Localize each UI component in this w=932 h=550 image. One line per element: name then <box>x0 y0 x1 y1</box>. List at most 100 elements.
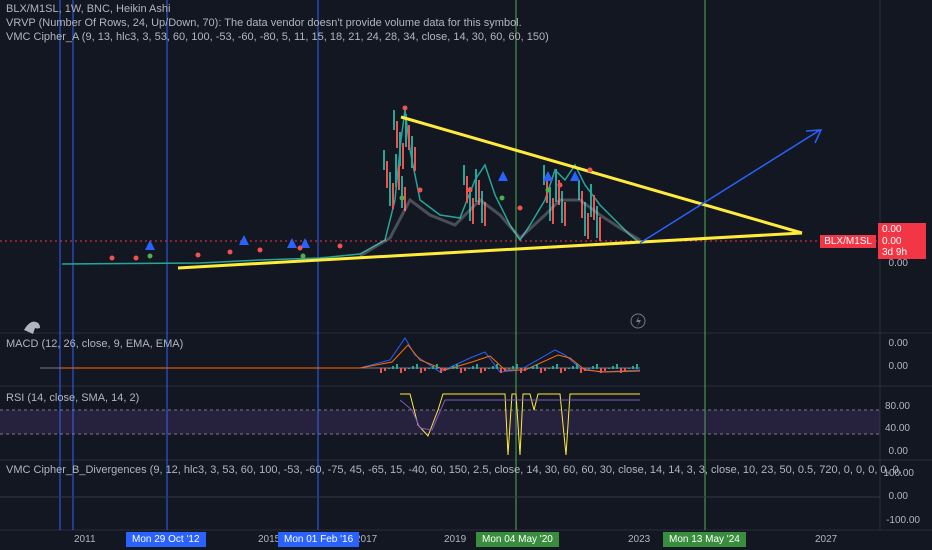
macd-histogram-bar <box>456 364 458 369</box>
green-dot <box>399 195 405 201</box>
macd-histogram-bar <box>408 368 410 369</box>
dino-logo <box>24 321 40 334</box>
candle <box>472 198 474 224</box>
macd-histogram-bar <box>624 368 626 371</box>
candle <box>392 183 394 209</box>
date-chip: Mon 29 Oct '12 <box>126 532 206 547</box>
macd-histogram-bar <box>532 366 534 369</box>
sell-dot <box>297 245 303 251</box>
macd-histogram-bar <box>444 368 446 371</box>
macd-histogram-bar <box>392 366 394 369</box>
candle <box>552 198 554 224</box>
macd-histogram-bar <box>600 368 602 373</box>
candle <box>584 202 586 236</box>
candle <box>590 184 592 217</box>
macd-histogram-bar <box>512 366 514 369</box>
candle <box>561 191 563 223</box>
candle <box>408 125 410 150</box>
year-label: 2027 <box>815 534 838 545</box>
macd-histogram-bar <box>568 368 570 369</box>
macd-histogram-bar <box>524 368 526 371</box>
macd-histogram-bar <box>404 368 406 371</box>
year-label: 2015 <box>258 534 281 545</box>
cipher-axis-100: 100.00 <box>883 468 914 479</box>
candle <box>401 176 403 208</box>
candle <box>411 136 413 168</box>
green-dot <box>545 187 551 193</box>
macd-histogram-bar <box>424 368 426 371</box>
candle <box>599 217 601 241</box>
vrvp-legend[interactable]: VRVP (Number Of Rows, 24, Up/Down, 70): … <box>6 17 522 29</box>
macd-histogram-bar <box>584 368 586 371</box>
green-dot <box>300 253 306 259</box>
macd-histogram-bar <box>596 364 598 369</box>
candle <box>564 202 566 226</box>
sell-dot <box>402 105 408 111</box>
macd-histogram-bar <box>400 368 402 373</box>
candle <box>393 110 395 130</box>
sell-dot <box>587 167 593 173</box>
candle <box>414 147 416 171</box>
macd-histogram-bar <box>484 368 486 371</box>
macd-histogram-bar <box>452 366 454 369</box>
cipher-axis-neg100: -100.00 <box>886 515 920 526</box>
cipher-b-title[interactable]: VMC Cipher_B_Divergences (9, 12, hlc3, 3… <box>6 464 902 476</box>
candle <box>481 191 483 223</box>
macd-histogram-bar <box>616 364 618 369</box>
macd-histogram-bar <box>388 368 390 369</box>
rsi-band <box>0 410 880 434</box>
price-axis-label: 0.00 <box>888 258 908 269</box>
candle <box>399 132 401 166</box>
buy-triangle <box>239 235 249 245</box>
macd-histogram-bar <box>480 368 482 373</box>
date-chip: Mon 13 May '24 <box>663 532 746 547</box>
macd-histogram-bar <box>476 364 478 369</box>
symbol-legend[interactable]: BLX/M1SL, 1W, BNC, Heikin Ashi <box>6 3 170 15</box>
sell-dot <box>195 252 201 258</box>
candle <box>396 121 398 148</box>
macd-histogram-bar <box>528 368 530 369</box>
macd-histogram-bar <box>504 368 506 371</box>
lower-trendline <box>177 231 803 270</box>
year-label: 2023 <box>628 534 651 545</box>
macd-title[interactable]: MACD (12, 26, close, 9, EMA, EMA) <box>6 338 183 350</box>
candle <box>555 169 557 202</box>
macd-histogram-bar <box>416 364 418 369</box>
candle <box>463 165 465 185</box>
rsi-axis-40: 40.00 <box>884 423 910 434</box>
macd-histogram-bar <box>592 366 594 369</box>
macd-histogram-bar <box>612 366 614 369</box>
macd-histogram-bar <box>496 364 498 369</box>
macd-histogram-bar <box>564 368 566 371</box>
macd-histogram-bar <box>636 364 638 369</box>
macd-histogram-bar <box>412 366 414 369</box>
green-dot <box>147 253 153 259</box>
sell-dot <box>417 187 423 193</box>
macd-histogram-bar <box>536 364 538 369</box>
macd-histogram-bar <box>492 366 494 369</box>
macd-histogram-bar <box>560 368 562 373</box>
cipher-a-legend[interactable]: VMC Cipher_A (9, 13, hlc3, 3, 53, 60, 10… <box>6 31 549 43</box>
macd-histogram-bar <box>460 368 462 373</box>
sell-dot <box>133 255 139 261</box>
rsi-axis-0: 0.00 <box>888 446 908 457</box>
macd-histogram-bar <box>620 368 622 373</box>
macd-histogram-bar <box>604 368 606 371</box>
rsi-title[interactable]: RSI (14, close, SMA, 14, 2) <box>6 392 139 404</box>
macd-histogram-bar <box>420 368 422 373</box>
macd-histogram-bar <box>396 364 398 369</box>
macd-histogram-bar <box>508 368 510 369</box>
macd-histogram-bar <box>488 368 490 369</box>
buy-triangle <box>287 238 297 248</box>
sell-dot <box>227 249 233 255</box>
macd-histogram-bar <box>552 366 554 369</box>
candle <box>398 165 400 190</box>
date-chip: Mon 04 May '20 <box>476 532 559 547</box>
green-dot <box>499 195 505 201</box>
candle <box>475 169 477 202</box>
macd-histogram-bar <box>572 366 574 369</box>
macd-histogram-bar <box>548 368 550 369</box>
macd-histogram-bar <box>520 368 522 373</box>
macd-histogram-bar <box>428 368 430 369</box>
macd-histogram-bar <box>588 368 590 369</box>
